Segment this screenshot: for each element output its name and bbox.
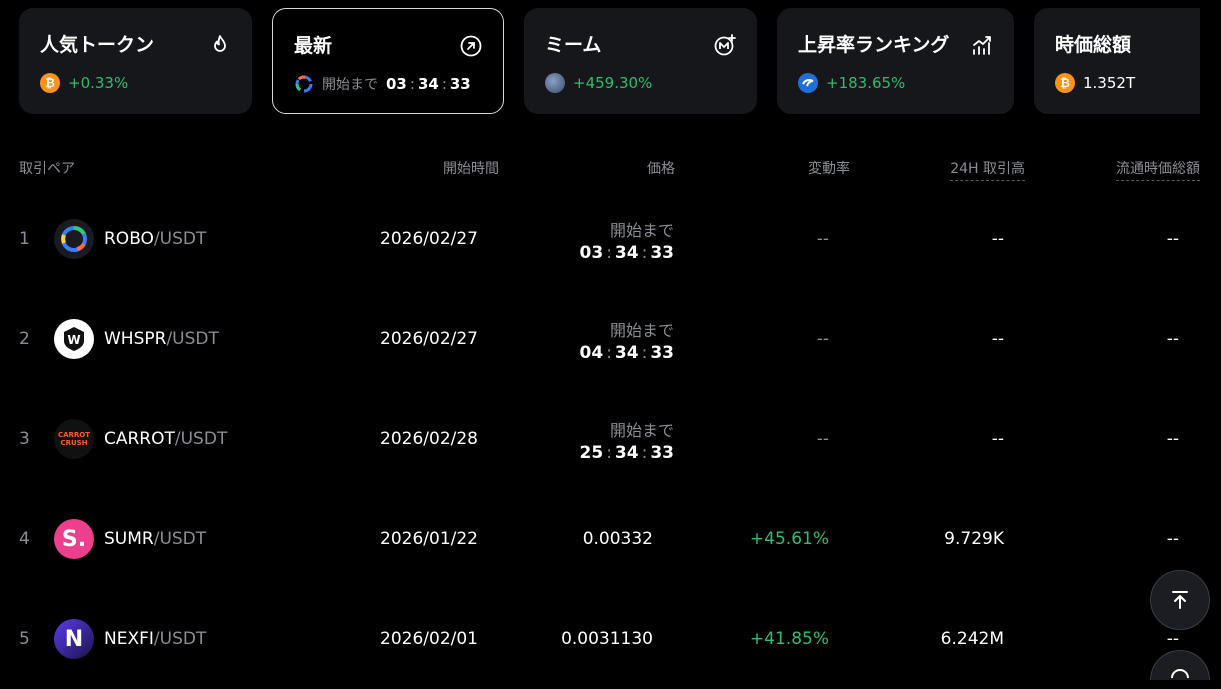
card-popular-tokens[interactable]: 人気トークン ₿ +0.33% — [19, 8, 252, 114]
header-change: 変動率 — [808, 161, 850, 177]
row-rank: 5 — [19, 629, 30, 649]
price-countdown: 開始まで 25:34:33 — [579, 421, 674, 463]
pair-name[interactable]: WHSPR/USDT — [104, 329, 219, 349]
card-value: 1.352T — [1083, 74, 1136, 92]
bar-chart-rising-icon — [973, 36, 991, 55]
header-start-time: 開始時間 — [443, 161, 499, 177]
start-date: 2026/01/22 — [380, 529, 478, 549]
pair-name[interactable]: ROBO/USDT — [104, 229, 206, 249]
table-row[interactable]: 2 W WHSPR/USDT 2026/02/27 開始まで 04:34:33 … — [0, 289, 1200, 389]
market-cap-value: -- — [1166, 629, 1179, 649]
volume-value: -- — [991, 429, 1004, 449]
card-market-cap[interactable]: 時価総額 ₿ 1.352T — [1034, 8, 1200, 114]
card-gainers-ranking[interactable]: 上昇率ランキング +183.65% — [777, 8, 1014, 114]
pair-name[interactable]: NEXFI/USDT — [104, 629, 206, 649]
volume-value: -- — [991, 229, 1004, 249]
change-value: +45.61% — [749, 529, 829, 549]
card-change: +183.65% — [826, 74, 906, 92]
headset-icon — [1171, 669, 1189, 678]
market-cap-value: -- — [1166, 329, 1179, 349]
start-date: 2026/02/28 — [380, 429, 478, 449]
arrow-up-right-circle-icon — [460, 35, 482, 57]
start-date: 2026/02/27 — [380, 229, 478, 249]
card-change: +459.30% — [573, 74, 653, 92]
pair-name[interactable]: CARROT/USDT — [104, 429, 227, 449]
row-rank: 4 — [19, 529, 30, 549]
price-countdown: 開始まで 04:34:33 — [579, 321, 674, 363]
volume-value: 6.242M — [940, 629, 1004, 649]
scroll-to-top-button[interactable] — [1150, 570, 1210, 630]
card-title: 上昇率ランキング — [798, 34, 950, 56]
category-cards: 人気トークン ₿ +0.33% 最新 開始まで 03:34:33 ミーム +45… — [0, 0, 1200, 120]
change-value: -- — [816, 329, 829, 349]
change-value: -- — [816, 229, 829, 249]
bitcoin-icon: ₿ — [40, 73, 60, 93]
countdown-label: 開始まで — [322, 77, 378, 93]
flame-icon — [214, 35, 226, 52]
market-cap-value: -- — [1166, 429, 1179, 449]
meme-plus-icon — [714, 34, 736, 56]
pair-name[interactable]: SUMR/USDT — [104, 529, 206, 549]
header-24h-volume[interactable]: 24H 取引高 — [950, 158, 1025, 181]
card-change: +0.33% — [68, 74, 129, 92]
volume-value: -- — [991, 329, 1004, 349]
header-price: 価格 — [647, 161, 675, 177]
svg-text:CRUSH: CRUSH — [60, 439, 87, 447]
svg-text:CARROT: CARROT — [58, 431, 90, 439]
svg-text:W: W — [67, 333, 80, 347]
start-date: 2026/02/27 — [380, 329, 478, 349]
row-rank: 2 — [19, 329, 30, 349]
change-value: +41.85% — [749, 629, 829, 649]
arrow-to-top-icon — [1172, 591, 1188, 609]
market-cap-value: -- — [1166, 229, 1179, 249]
market-cap-value: -- — [1166, 529, 1179, 549]
card-title: 人気トークン — [40, 34, 155, 56]
sumr-token-icon: S. — [54, 519, 94, 559]
table-row[interactable]: 5 N NEXFI/USDT 2026/02/01 0.0031130 +41.… — [0, 589, 1200, 689]
price-countdown: 開始まで 03:34:33 — [579, 221, 674, 263]
header-market-cap[interactable]: 流通時価総額 — [1116, 158, 1200, 181]
start-date: 2026/02/01 — [380, 629, 478, 649]
whspr-token-icon: W — [54, 319, 94, 359]
robo-token-icon — [54, 219, 94, 259]
carrot-token-icon: CARROT CRUSH — [54, 419, 94, 459]
header-pair: 取引ペア — [19, 161, 75, 177]
bitcoin-icon: ₿ — [1055, 73, 1075, 93]
table-row[interactable]: 3 CARROT CRUSH CARROT/USDT 2026/02/28 開始… — [0, 389, 1200, 489]
row-rank: 3 — [19, 429, 30, 449]
row-rank: 1 — [19, 229, 30, 249]
volume-value: 9.729K — [944, 529, 1004, 549]
robo-token-icon — [295, 75, 313, 93]
card-title: 最新 — [294, 35, 333, 57]
countdown-timer: 03:34:33 — [386, 75, 471, 93]
nexfi-token-icon: N — [54, 619, 94, 659]
price-value: 0.00332 — [582, 529, 653, 549]
price-value: 0.0031130 — [561, 629, 653, 649]
card-meme[interactable]: ミーム +459.30% — [524, 8, 757, 114]
gainer-token-icon — [798, 73, 818, 93]
change-value: -- — [816, 429, 829, 449]
meme-token-icon — [545, 73, 565, 93]
card-title: 時価総額 — [1055, 34, 1132, 56]
table-row[interactable]: 4 S. SUMR/USDT 2026/01/22 0.00332 +45.61… — [0, 489, 1200, 589]
card-title: ミーム — [545, 34, 602, 56]
card-newest[interactable]: 最新 開始まで 03:34:33 — [272, 8, 504, 114]
table-row[interactable]: 1 ROBO/USDT 2026/02/27 開始まで 03:34:33 -- … — [0, 189, 1200, 289]
